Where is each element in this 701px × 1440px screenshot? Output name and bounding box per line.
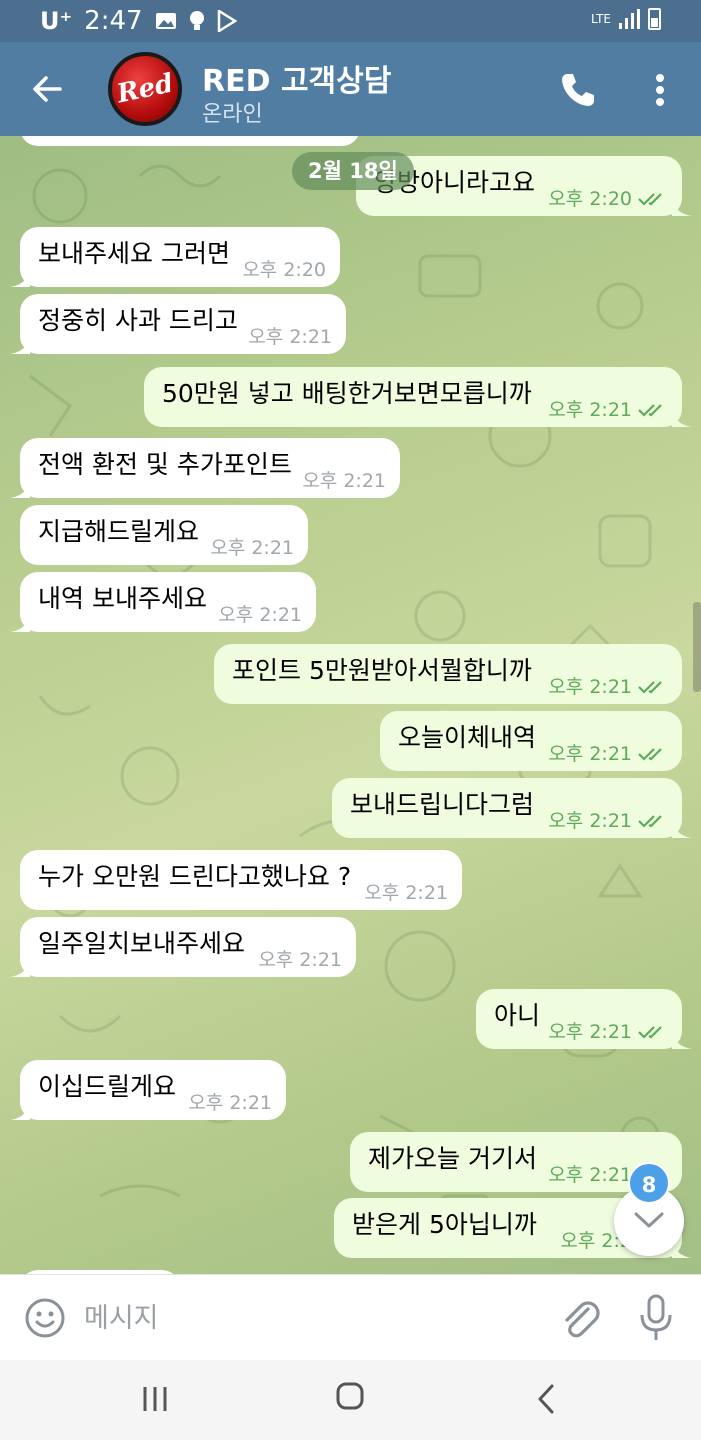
message-input[interactable] <box>84 1289 534 1347</box>
message-time: 오후 2:20 <box>548 188 632 210</box>
emoji-icon[interactable] <box>24 1297 66 1339</box>
phone-icon[interactable] <box>558 70 598 110</box>
bubble-tail <box>10 1102 30 1120</box>
chat-title[interactable]: RED 고객상담 <box>202 56 391 100</box>
status-bar: U⁺ 2:47 LTE <box>0 0 701 42</box>
message-in[interactable]: 일주일치보내주세요 오후 2:21 <box>10 917 356 977</box>
bubble-tail <box>10 269 30 287</box>
double-check-icon <box>638 193 662 206</box>
message-out[interactable]: 보내드립니다그럼 오후 2:21 <box>332 778 692 838</box>
carrier-label: U⁺ <box>40 7 73 35</box>
message-text: 누가 오만원 드린다고했나요 ? <box>38 862 352 891</box>
message-in[interactable]: 이십드릴게요 오후 2:21 <box>10 1060 286 1120</box>
message-text: 이십드릴게요 <box>38 1072 177 1101</box>
avatar-logo-text: Red <box>114 68 176 110</box>
message-text: 지급해드릴게요 <box>38 517 200 546</box>
bubble-tail <box>10 959 30 977</box>
message-out[interactable]: 오늘이체내역 오후 2:21 <box>380 711 682 771</box>
back-arrow-icon[interactable] <box>26 68 68 110</box>
message-text: 받은게 5아닙니까 <box>352 1210 537 1239</box>
message-time: 오후 2:21 <box>188 1092 272 1114</box>
message-time: 오후 2:21 <box>548 399 632 421</box>
double-check-icon <box>638 1026 662 1039</box>
unread-count-badge: 8 <box>628 1162 670 1204</box>
message-time: 오후 2:21 <box>248 326 332 348</box>
chevron-down-icon <box>634 1212 664 1228</box>
attach-paperclip-icon[interactable] <box>558 1295 600 1341</box>
bubble-tail <box>672 409 692 427</box>
message-time: 오후 2:21 <box>218 604 302 626</box>
message-text: 포인트 5만원받아서뭘합니까 <box>232 656 532 685</box>
message-text: 보내주세요 그러면 <box>38 239 230 268</box>
back-icon[interactable] <box>532 1382 562 1416</box>
network-type-label: LTE <box>591 12 611 26</box>
recent-apps-icon[interactable] <box>140 1384 170 1414</box>
home-icon[interactable] <box>335 1381 365 1411</box>
signal-icon <box>619 9 640 29</box>
message-time: 오후 2:21 <box>548 1021 632 1043</box>
message-time: 오후 2:21 <box>548 676 632 698</box>
battery-icon <box>648 8 661 30</box>
message-time: 오후 2:21 <box>548 1164 632 1186</box>
bubble-tail <box>672 198 692 216</box>
message-in[interactable]: 전액 환전 및 추가포인트 오후 2:21 <box>10 438 400 498</box>
double-check-icon <box>638 404 662 417</box>
double-check-icon <box>638 681 662 694</box>
date-separator: 2월 18일 <box>292 152 414 190</box>
chat-status: 온라인 <box>202 102 263 127</box>
message-time: 오후 2:20 <box>242 259 326 281</box>
message-time: 오후 2:21 <box>258 949 342 971</box>
message-time: 오후 2:21 <box>210 537 294 559</box>
bubble-tail <box>672 820 692 838</box>
bubble-tail <box>672 1031 692 1049</box>
message-bubble-partial <box>20 136 360 146</box>
message-text: 내역 보내주세요 <box>38 584 207 613</box>
chat-area[interactable]: 2월 18일 양방아니라고요 오후 2:20 보내주세요 그러면 오후 2:20… <box>0 136 701 1274</box>
message-out[interactable]: 아니 오후 2:21 <box>476 989 692 1049</box>
message-text: 제가오늘 거기서 <box>368 1144 537 1173</box>
message-text: 오늘이체내역 <box>398 723 537 752</box>
message-in[interactable]: 누가 오만원 드린다고했나요 ? 오후 2:21 <box>20 850 462 910</box>
message-in[interactable]: 정중히 사과 드리고 오후 2:21 <box>10 294 346 354</box>
message-time: 오후 2:21 <box>302 470 386 492</box>
message-time: 오후 2:21 <box>548 810 632 832</box>
message-text: 정중히 사과 드리고 <box>38 306 238 335</box>
status-time: 2:47 <box>84 6 143 36</box>
message-in[interactable]: 지급해드릴게요 오후 2:21 <box>20 505 308 565</box>
message-in[interactable]: 보내주세요 그러면 오후 2:20 <box>10 227 340 287</box>
message-out[interactable]: 50만원 넣고 배팅한거보면모릅니까 오후 2:21 <box>144 367 692 427</box>
bulb-icon <box>189 11 204 30</box>
message-composer <box>0 1274 701 1360</box>
system-nav-bar <box>0 1360 701 1440</box>
message-time: 오후 2:21 <box>364 882 448 904</box>
bubble-tail <box>10 336 30 354</box>
message-text: 전액 환전 및 추가포인트 <box>38 450 292 479</box>
message-text: 일주일치보내주세요 <box>38 929 246 958</box>
play-store-icon <box>217 10 237 32</box>
bubble-tail <box>10 480 30 498</box>
message-time: 오후 2:21 <box>548 743 632 765</box>
message-text: 아니 <box>494 1001 541 1030</box>
chat-header: Red RED 고객상담 온라인 <box>0 42 701 136</box>
scroll-indicator[interactable] <box>693 602 701 692</box>
image-icon <box>155 13 176 29</box>
message-in[interactable]: 내역 보내주세요 오후 2:21 <box>10 572 316 632</box>
message-out[interactable]: 포인트 5만원받아서뭘합니까 오후 2:21 <box>214 644 682 704</box>
message-text: 50만원 넣고 배팅한거보면모릅니까 <box>162 379 532 408</box>
double-check-icon <box>638 815 662 828</box>
more-vertical-icon[interactable] <box>648 70 672 110</box>
double-check-icon <box>638 748 662 761</box>
message-text: 보내드립니다그럼 <box>350 790 535 819</box>
bubble-tail <box>10 614 30 632</box>
avatar[interactable]: Red <box>108 52 182 126</box>
microphone-icon[interactable] <box>638 1293 674 1343</box>
